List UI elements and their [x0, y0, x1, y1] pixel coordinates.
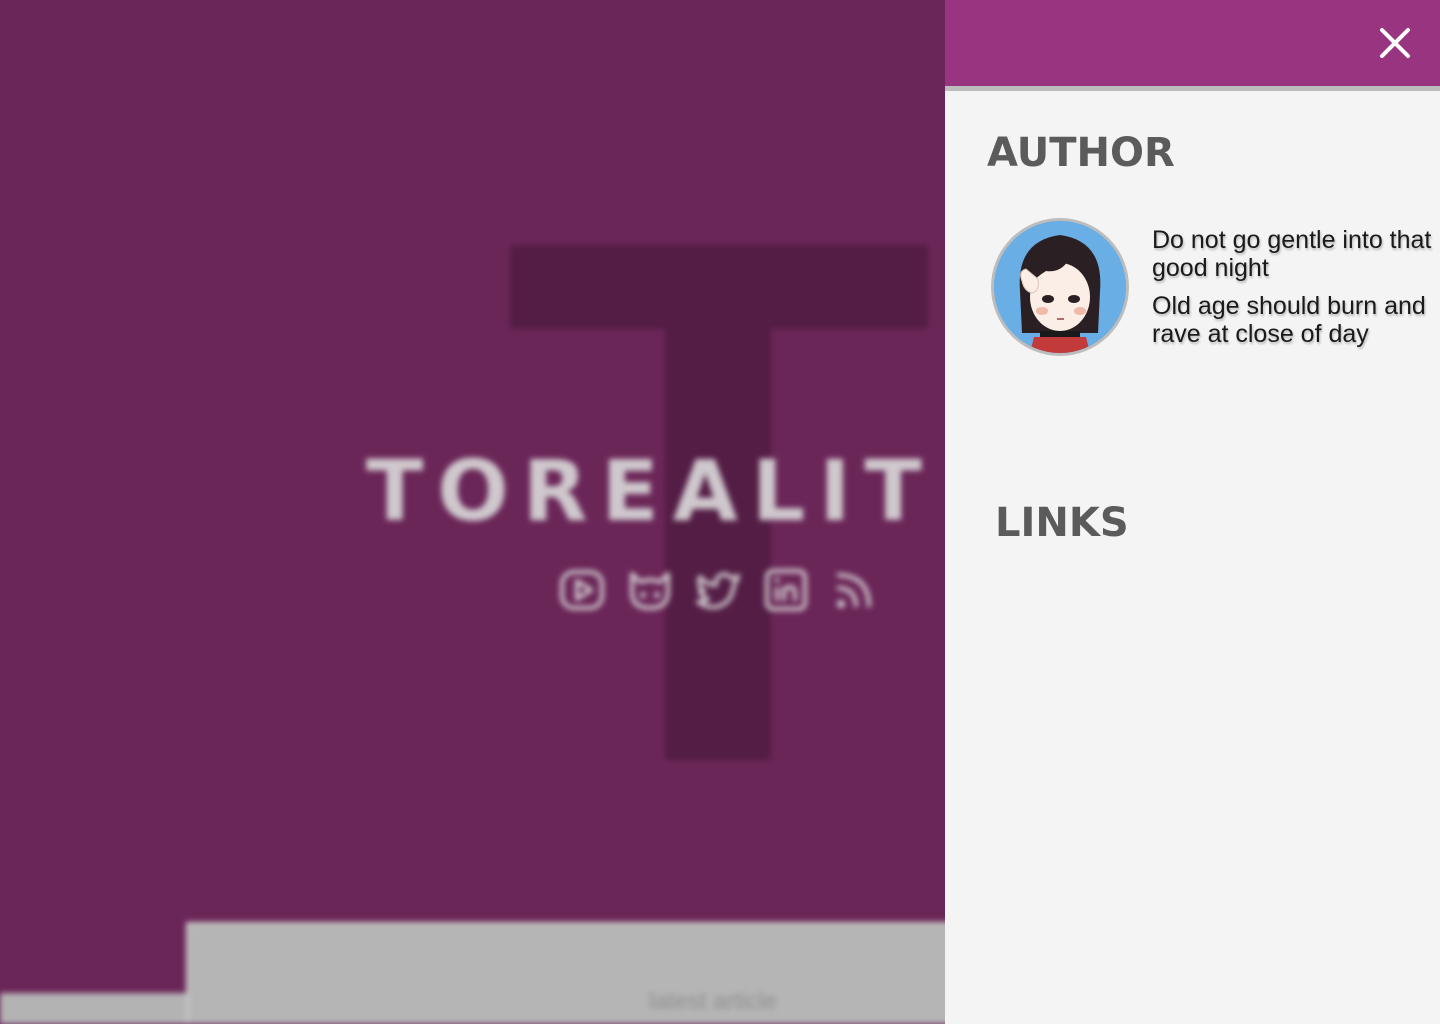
close-icon — [1380, 28, 1410, 58]
author-quote: Do not go gentle into that good night Ol… — [1152, 226, 1432, 358]
side-drawer: AUTHOR Do not go gentle into that good n… — [945, 0, 1440, 1024]
author-avatar — [991, 218, 1129, 356]
quote-line-1: Do not go gentle into that good night — [1152, 226, 1432, 282]
close-button[interactable] — [1374, 22, 1416, 64]
links-heading: LINKS — [995, 500, 1129, 546]
author-heading: AUTHOR — [987, 130, 1175, 176]
quote-line-2: Old age should burn and rave at close of… — [1152, 292, 1426, 348]
page: TOREALIT latest article AUTHOR Do not go… — [0, 0, 1440, 1024]
drawer-header — [945, 0, 1440, 91]
